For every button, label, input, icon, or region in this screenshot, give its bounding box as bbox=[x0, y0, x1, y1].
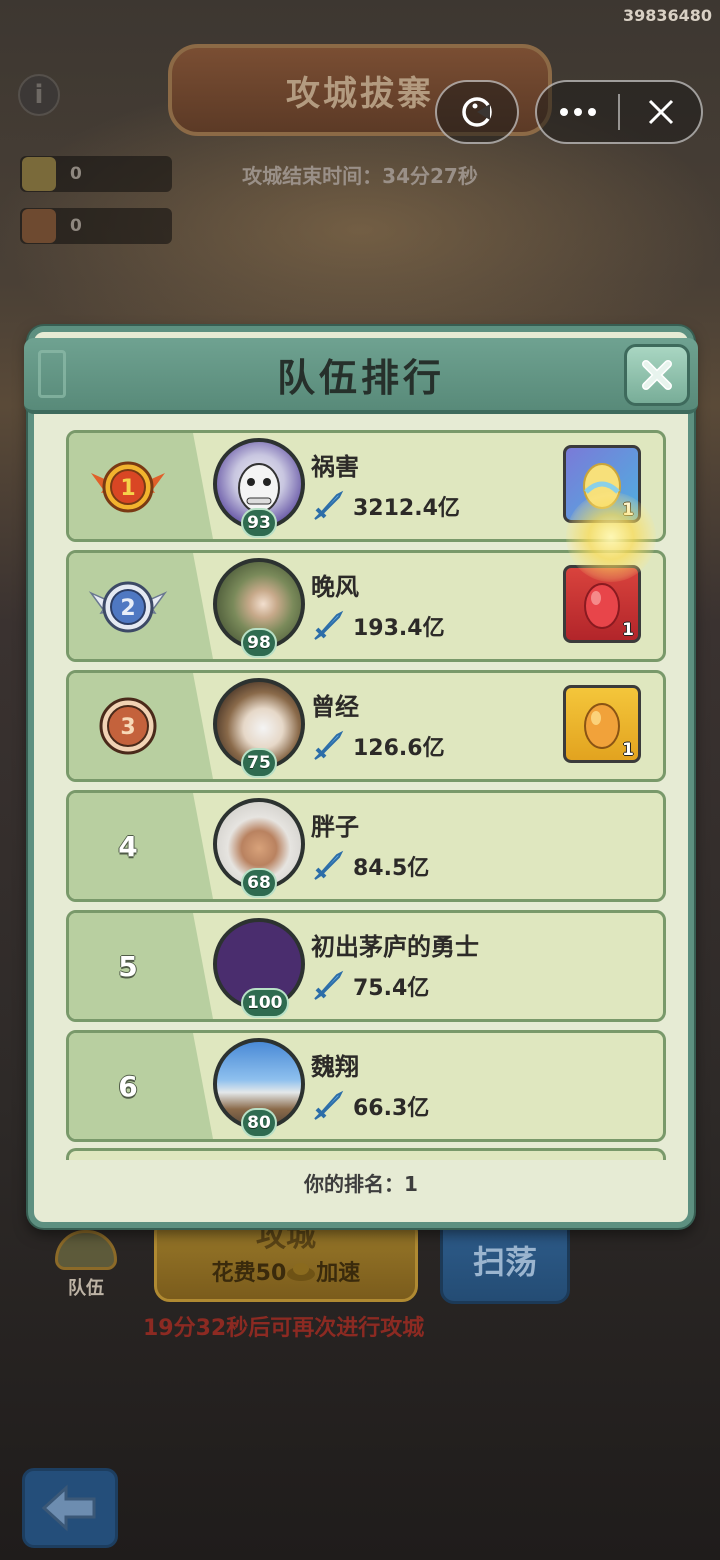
avatar-wrap: 93 bbox=[213, 438, 305, 538]
rank-number: 4 bbox=[118, 829, 138, 863]
player-name: 晚风 bbox=[311, 573, 359, 601]
ranking-row[interactable]: 6 80 魏翔 66.3亿 bbox=[66, 1030, 666, 1142]
golden-egg-icon bbox=[584, 703, 620, 749]
ranking-row[interactable]: 5 100 初出茅庐的勇士 75.4亿 bbox=[66, 910, 666, 1022]
capsule-menu bbox=[535, 80, 703, 144]
avatar-wrap: 68 bbox=[213, 798, 305, 898]
team-button[interactable]: 队伍 bbox=[50, 1230, 122, 1300]
resource-value: 0 bbox=[70, 216, 82, 236]
rank-number: 5 bbox=[118, 949, 138, 983]
power-stat: 84.5亿 bbox=[311, 849, 429, 883]
ranking-row[interactable]: 4 68 胖子 84.5亿 bbox=[66, 790, 666, 902]
power-stat: 193.4亿 bbox=[311, 609, 445, 643]
back-arrow-icon bbox=[41, 1484, 96, 1532]
power-value: 66.3亿 bbox=[353, 1096, 430, 1121]
event-end-time: 攻城结束时间：34分27秒 bbox=[242, 164, 478, 188]
game-center-button[interactable] bbox=[435, 80, 519, 144]
modal-header: 队伍排行 bbox=[24, 338, 698, 414]
info-button[interactable]: i bbox=[18, 74, 60, 116]
sword-icon bbox=[314, 850, 344, 880]
level-badge: 75 bbox=[241, 748, 277, 778]
attack-cost-row: 花费50 加速 bbox=[212, 1255, 361, 1287]
user-id: 39836480 bbox=[622, 6, 712, 25]
rank-number: 6 bbox=[118, 1069, 138, 1103]
close-icon bbox=[648, 99, 673, 125]
power-value: 126.6亿 bbox=[353, 736, 445, 761]
level-badge: 93 bbox=[241, 508, 277, 538]
player-name: 曾经 bbox=[311, 693, 359, 721]
sword-icon bbox=[314, 730, 344, 760]
sweep-label: 扫荡 bbox=[472, 1243, 537, 1281]
red-egg-icon bbox=[584, 583, 620, 629]
level-badge: 68 bbox=[241, 868, 277, 898]
modal-close-button[interactable] bbox=[624, 344, 690, 406]
player-name: 初出茅庐的勇士 bbox=[311, 933, 479, 961]
power-stat: 3212.4亿 bbox=[311, 489, 460, 523]
reward-glow-effect bbox=[566, 492, 656, 582]
game-icon bbox=[462, 97, 492, 127]
attack-button[interactable]: 攻城 花费50 加速 bbox=[154, 1216, 418, 1302]
bronze-medal-icon: 3 bbox=[99, 697, 157, 755]
level-badge: 100 bbox=[241, 988, 289, 1018]
gold-ingot-icon bbox=[287, 1263, 316, 1281]
reward-count: 1 bbox=[622, 740, 634, 760]
reward-item[interactable]: 1 bbox=[563, 685, 641, 763]
team-icon bbox=[55, 1230, 117, 1270]
power-stat: 126.6亿 bbox=[311, 729, 445, 763]
player-name: 胖子 bbox=[311, 813, 359, 841]
event-title: 攻城拔寨 bbox=[286, 73, 434, 114]
medal-rank: 3 bbox=[120, 715, 135, 740]
power-stat: 75.4亿 bbox=[311, 969, 429, 1003]
ranking-row[interactable]: 2 98 晚风 193.4亿 1 bbox=[66, 550, 666, 662]
level-badge: 98 bbox=[241, 628, 277, 658]
avatar-wrap: 80 bbox=[213, 1038, 305, 1138]
more-button[interactable] bbox=[537, 107, 618, 117]
team-label: 队伍 bbox=[68, 1278, 104, 1299]
medal-rank: 1 bbox=[120, 476, 135, 501]
power-value: 75.4亿 bbox=[353, 976, 430, 1001]
resource-row: 0 bbox=[20, 208, 172, 244]
avatar-wrap: 98 bbox=[213, 558, 305, 658]
more-icon bbox=[559, 108, 596, 116]
power-value: 84.5亿 bbox=[353, 856, 430, 881]
modal-title: 队伍排行 bbox=[276, 355, 445, 400]
ranking-row[interactable]: 3 75 曾经 126.6亿 1 bbox=[66, 670, 666, 782]
my-rank-text: 你的排名：1 bbox=[304, 1172, 418, 1196]
scroll-resource-icon bbox=[22, 209, 56, 243]
sword-icon bbox=[314, 610, 344, 640]
cooldown-text: 19分32秒后可再次进行攻城 bbox=[143, 1316, 425, 1341]
back-button[interactable] bbox=[22, 1468, 118, 1548]
ranking-row-partial bbox=[66, 1148, 666, 1160]
power-value: 193.4亿 bbox=[353, 616, 445, 641]
power-value: 3212.4亿 bbox=[353, 496, 460, 521]
info-icon: i bbox=[34, 80, 44, 110]
level-badge: 80 bbox=[241, 1108, 277, 1138]
header-ornament-icon bbox=[38, 350, 66, 398]
silver-medal-icon: 2 bbox=[88, 581, 168, 633]
avatar-wrap: 100 bbox=[213, 918, 305, 1018]
team-ranking-modal: 队伍排行 1 93 祸害 3212.4亿 2 98 晚风 193.4亿 1 3 … bbox=[24, 326, 698, 1228]
sword-icon bbox=[314, 490, 344, 520]
power-stat: 66.3亿 bbox=[311, 1089, 429, 1123]
sweep-button[interactable]: 扫荡 bbox=[440, 1216, 570, 1304]
medal-rank: 2 bbox=[120, 596, 135, 621]
avatar-wrap: 75 bbox=[213, 678, 305, 778]
player-name: 魏翔 bbox=[311, 1053, 359, 1081]
player-name: 祸害 bbox=[311, 453, 359, 481]
exit-button[interactable] bbox=[620, 98, 701, 126]
sword-icon bbox=[314, 970, 344, 1000]
gold-medal-icon: 1 bbox=[91, 461, 165, 513]
reward-count: 1 bbox=[622, 620, 634, 640]
sword-icon bbox=[314, 1090, 344, 1120]
attack-cost: 花费50 bbox=[211, 1261, 287, 1286]
close-x-icon bbox=[642, 360, 672, 390]
attack-speed: 加速 bbox=[316, 1261, 361, 1286]
